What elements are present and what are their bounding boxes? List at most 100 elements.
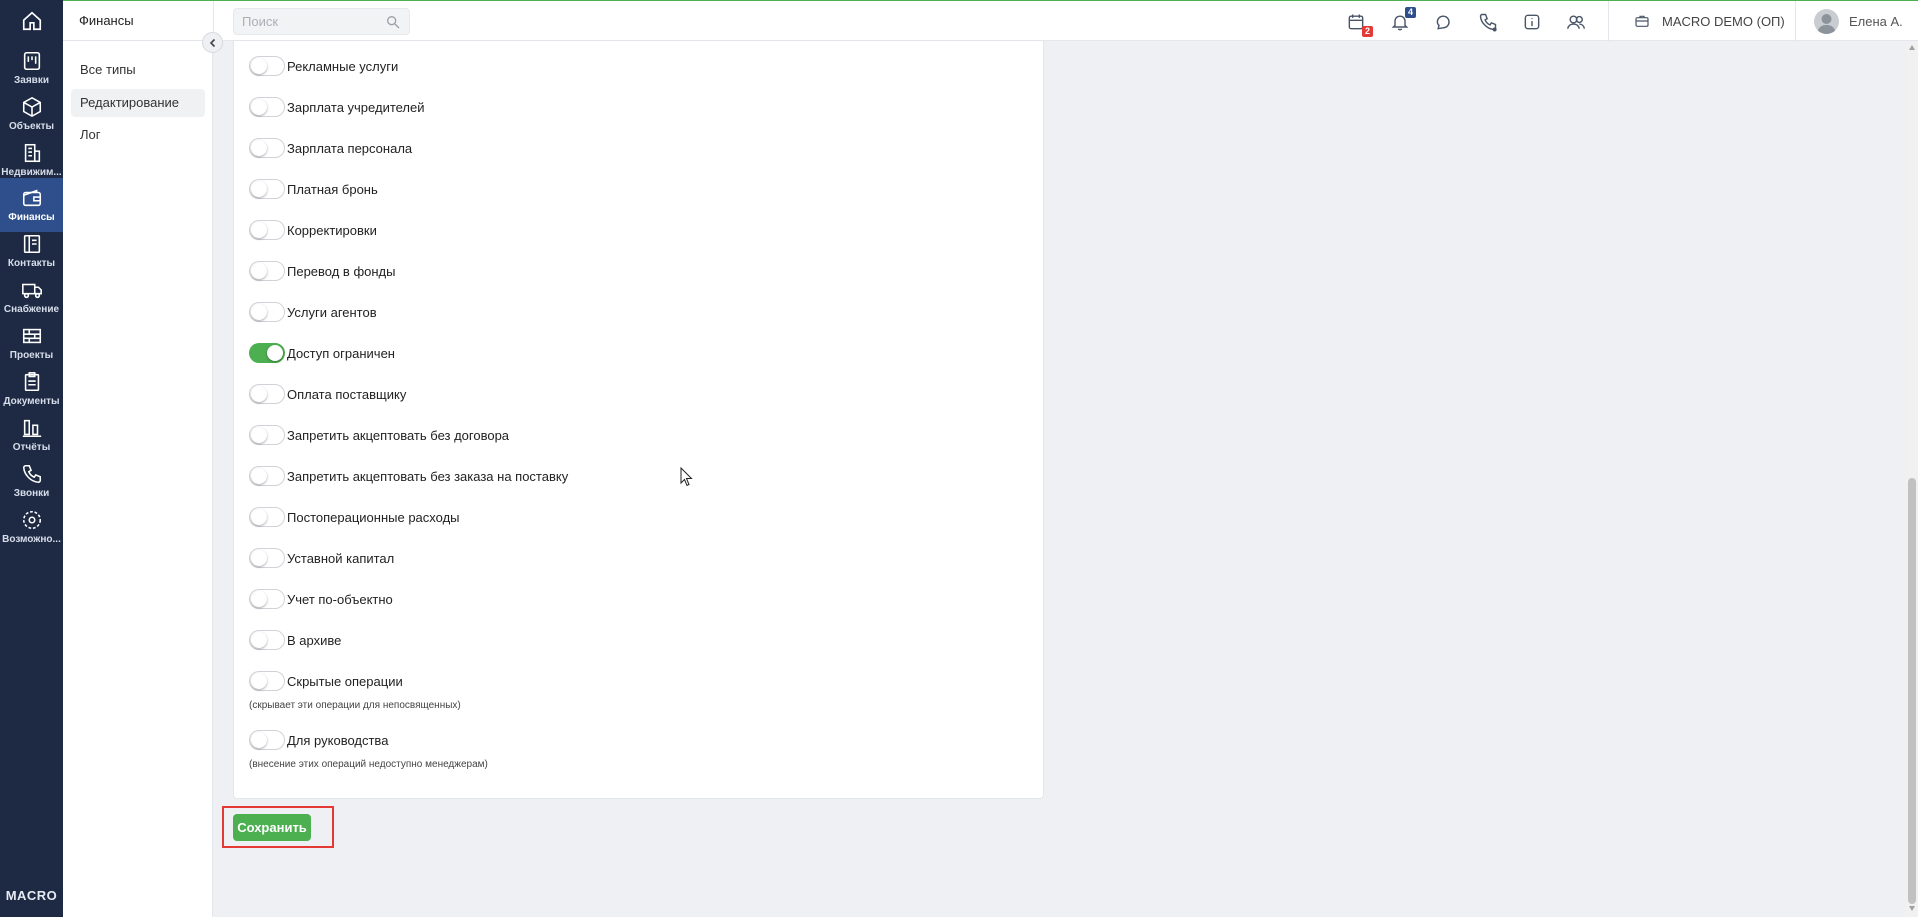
toggle-switch[interactable] (249, 630, 285, 650)
toggle-row: Оплата поставщику (249, 383, 406, 405)
nav-item-label: Документы (3, 396, 60, 407)
toggle-row: Услуги агентов (249, 301, 377, 323)
home-button[interactable] (0, 6, 63, 36)
toggle-label: Запретить акцептовать без договора (287, 427, 510, 443)
toggle-switch[interactable] (249, 138, 285, 158)
user-name[interactable]: Елена А. (1849, 14, 1903, 29)
save-button[interactable]: Сохранить (233, 814, 311, 841)
chat-button[interactable] (1433, 11, 1455, 33)
toggle-switch[interactable] (249, 671, 285, 691)
toggle-label: Скрытые операции (287, 673, 403, 689)
toggle-row: Перевод в фонды (249, 260, 396, 282)
toggle-switch[interactable] (249, 179, 285, 199)
nav-item-label: Объекты (8, 121, 55, 132)
toggle-switch[interactable] (249, 548, 285, 568)
header-divider (1795, 1, 1796, 42)
toggle-label: Доступ ограничен (287, 345, 395, 361)
nav-item-label: Звонки (13, 488, 50, 499)
users-button[interactable] (1565, 11, 1587, 33)
notifications-badge: 4 (1404, 7, 1416, 18)
toggle-switch[interactable] (249, 589, 285, 609)
home-icon (22, 11, 41, 31)
scroll-down-arrow[interactable] (1909, 906, 1915, 911)
scrollbar-thumb[interactable] (1908, 478, 1916, 904)
section-title: Финансы (79, 13, 134, 28)
toggle-knob (251, 509, 267, 525)
toggle-hint: (внесение этих операций недоступно менед… (249, 759, 488, 770)
requests-icon (23, 51, 40, 71)
toggle-row: Зарплата учредителей (249, 96, 425, 118)
toggle-row: Скрытые операции (249, 670, 403, 692)
toggle-row: Учет по-объектно (249, 588, 393, 610)
user-avatar-icon (1817, 14, 1836, 34)
calendar-button[interactable]: 2 (1345, 11, 1373, 37)
scroll-up-arrow[interactable] (1909, 45, 1915, 50)
toggle-knob (251, 386, 267, 402)
avatar[interactable] (1814, 9, 1839, 34)
toggle-row: Рекламные услуги (249, 55, 398, 77)
toggle-knob (251, 222, 267, 238)
toggle-knob (251, 632, 267, 648)
toggle-switch[interactable] (249, 220, 285, 240)
toggle-label: Платная бронь (287, 181, 378, 197)
collapse-submenu-button[interactable] (202, 32, 223, 53)
toggle-switch[interactable] (249, 466, 285, 486)
toggle-label: Зарплата персонала (287, 140, 413, 156)
toggle-switch[interactable] (249, 730, 285, 750)
toggle-knob (251, 427, 267, 443)
clipboard-icon (24, 372, 39, 392)
chevron-left-icon (209, 38, 215, 47)
phone-icon (22, 464, 41, 484)
building-icon (24, 143, 40, 163)
toggle-row: Уставной капитал (249, 547, 394, 569)
toggle-knob (251, 732, 267, 748)
toggle-switch[interactable] (249, 97, 285, 117)
toggle-row: Запретить акцептовать без заказа на пост… (249, 465, 568, 487)
chat-icon (1436, 15, 1450, 30)
users-icon (1566, 15, 1586, 29)
nav-item-label: Заявки (14, 75, 49, 86)
toggle-knob (251, 58, 267, 74)
toggle-switch[interactable] (249, 302, 285, 322)
toggle-knob (267, 345, 283, 361)
toggle-switch[interactable] (249, 261, 285, 281)
toggle-label: Уставной капитал (287, 550, 395, 566)
toggle-knob (251, 263, 267, 279)
submenu-item-all-types[interactable]: Все типы (71, 56, 205, 84)
left-navigation: Заявки Объекты Недвижим... Финансы Конта… (0, 0, 63, 917)
brand-logo: MACRO (5, 888, 58, 903)
submenu-item-editing[interactable]: Редактирование (71, 89, 205, 117)
toggle-knob (251, 550, 267, 566)
toggle-row: Постоперационные расходы (249, 506, 460, 528)
bricks-icon (22, 328, 41, 344)
toggle-row: Корректировки (249, 219, 377, 241)
nav-item-label: Возможно... (2, 534, 61, 545)
toggle-label: Оплата поставщику (287, 386, 407, 402)
search-input[interactable] (234, 9, 374, 34)
toggle-knob (251, 591, 267, 607)
contacts-icon (23, 234, 40, 254)
search-icon[interactable] (385, 14, 401, 30)
toggle-row: В архиве (249, 629, 341, 651)
top-header: Финансы 2 4 MACRO DEMO (ОП) Елена А. (63, 0, 1918, 42)
gear-icon (22, 510, 41, 530)
truck-icon (21, 283, 42, 299)
submenu-item-log[interactable]: Лог (71, 121, 205, 149)
toggle-row: Зарплата персонала (249, 137, 412, 159)
info-icon (1524, 14, 1540, 30)
calls-button[interactable] (1477, 11, 1499, 33)
notifications-button[interactable]: 4 (1389, 7, 1416, 33)
toggle-switch[interactable] (249, 343, 285, 363)
nav-item-features[interactable]: Возможно... (0, 500, 63, 554)
nav-item-label: Финансы (8, 212, 55, 223)
info-button[interactable] (1521, 11, 1543, 33)
toggle-knob (251, 140, 267, 156)
toggle-switch[interactable] (249, 507, 285, 527)
briefcase-icon (1635, 15, 1649, 27)
nav-item-label: Контакты (7, 258, 56, 269)
toggle-switch[interactable] (249, 425, 285, 445)
company-name[interactable]: MACRO DEMO (ОП) (1662, 14, 1785, 29)
toggle-switch[interactable] (249, 56, 285, 76)
toggle-switch[interactable] (249, 384, 285, 404)
toggle-label: Услуги агентов (287, 304, 377, 320)
